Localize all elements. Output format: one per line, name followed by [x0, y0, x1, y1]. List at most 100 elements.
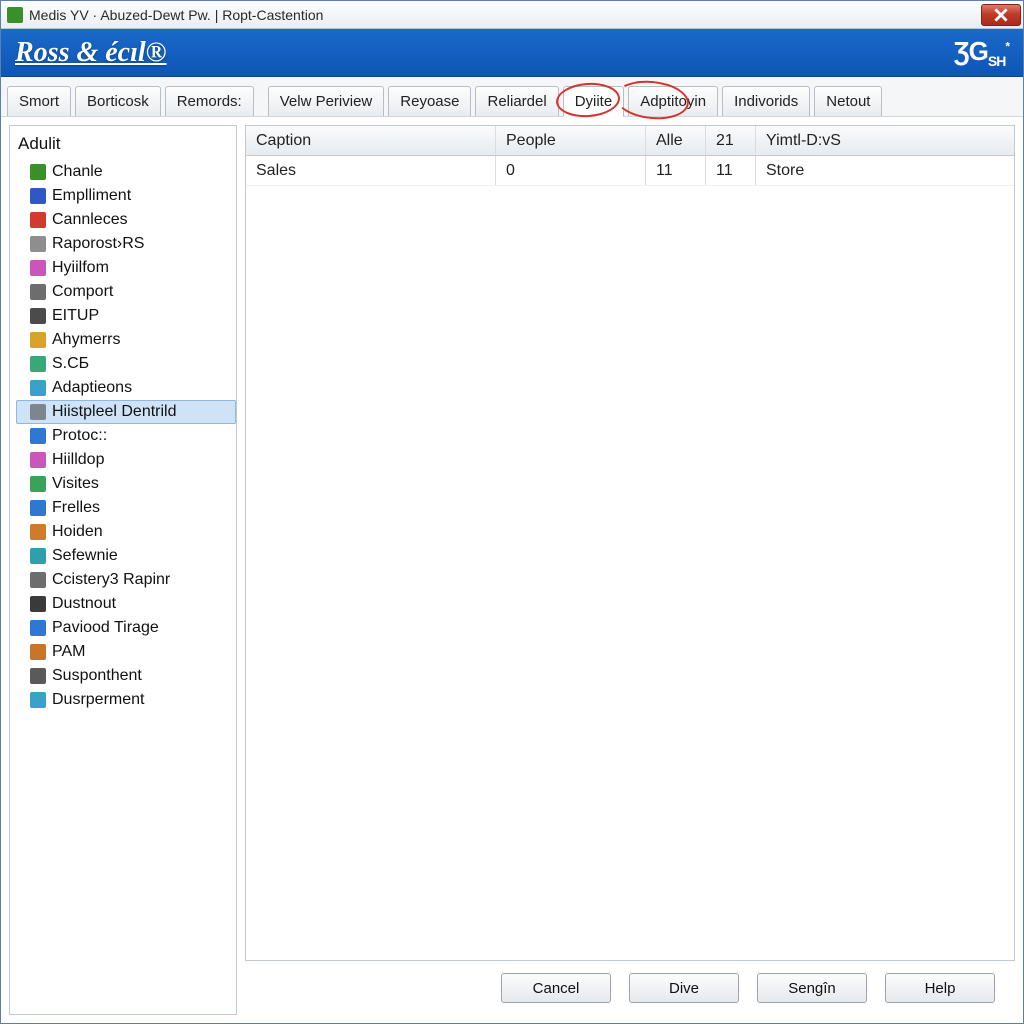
app-icon [7, 7, 23, 23]
sidebar-item[interactable]: Paviood Tirage [16, 616, 236, 640]
sidebar-item[interactable]: Emplliment [16, 184, 236, 208]
sidebar-item-icon [30, 644, 46, 660]
cell: 0 [496, 156, 646, 185]
sidebar-item-label: Ccistery3 Rapinr [52, 571, 170, 589]
cell: Sales [246, 156, 496, 185]
brand-logo-main: ƷG [954, 36, 988, 66]
sidebar-item-icon [30, 404, 46, 420]
table-row[interactable]: Sales01111Store [246, 156, 1014, 186]
sidebar-header: Adulit [16, 132, 236, 160]
sidebar-item-icon [30, 332, 46, 348]
sidebar-item[interactable]: Protoc:: [16, 424, 236, 448]
col-people[interactable]: People [496, 126, 646, 155]
sengin-button[interactable]: Sengîn [757, 973, 867, 1003]
tab-remords[interactable]: Remords: [165, 86, 254, 116]
close-button[interactable] [981, 4, 1021, 26]
tab-netout[interactable]: Netout [814, 86, 882, 116]
sidebar-item[interactable]: Frelles [16, 496, 236, 520]
sidebar-item-label: EITUP [52, 307, 99, 325]
tab-smort[interactable]: Smort [7, 86, 71, 116]
sidebar-item[interactable]: Adaptieons [16, 376, 236, 400]
tab-reyoase[interactable]: Reyoase [388, 86, 471, 116]
tab-velw-periview[interactable]: Velw Periview [268, 86, 385, 116]
cell: 11 [646, 156, 706, 185]
sidebar-item-label: Paviood Tirage [52, 619, 159, 637]
sidebar-item-label: Chanle [52, 163, 103, 181]
brand-logo: ƷGSH* [954, 36, 1009, 69]
sidebar-item-label: Dustnout [52, 595, 116, 613]
sidebar-item[interactable]: Hiistpleel Dentrild [16, 400, 236, 424]
sidebar-item-icon [30, 692, 46, 708]
sidebar-item-icon [30, 236, 46, 252]
sidebar-item[interactable]: Hyiilfom [16, 256, 236, 280]
sidebar-item-label: Sefewnie [52, 547, 118, 565]
sidebar-item-label: Frelles [52, 499, 100, 517]
tab-reliardel[interactable]: Reliardel [475, 86, 558, 116]
col-yimtl[interactable]: Yimtl-D:vS [756, 126, 1014, 155]
sidebar-item[interactable]: Dusrperment [16, 688, 236, 712]
sidebar-item-label: Ahymerrs [52, 331, 120, 349]
dive-button[interactable]: Dive [629, 973, 739, 1003]
sidebar-item-label: Protoc:: [52, 427, 107, 445]
sidebar-item-label: Cannleces [52, 211, 128, 229]
tab-dyiite[interactable]: Dyiite [563, 86, 625, 117]
help-button[interactable]: Help [885, 973, 995, 1003]
sidebar-item[interactable]: Raporost›RS [16, 232, 236, 256]
sidebar-item-label: Raporost›RS [52, 235, 144, 253]
tab-indivorids[interactable]: Indivorids [722, 86, 810, 116]
sidebar-item-icon [30, 596, 46, 612]
cancel-button[interactable]: Cancel [501, 973, 611, 1003]
sidebar-item[interactable]: Ccistery3 Rapinr [16, 568, 236, 592]
app-window: Medis YV · Abuzed-Dewt Pw. | Ropt-Casten… [0, 0, 1024, 1024]
col-caption[interactable]: Caption [246, 126, 496, 155]
data-grid: Caption People Alle 21 Yimtl-D:vS Sales0… [245, 125, 1015, 961]
main-area: Caption People Alle 21 Yimtl-D:vS Sales0… [245, 125, 1015, 1015]
sidebar-item-icon [30, 308, 46, 324]
sidebar-item-label: Hiistpleel Dentrild [52, 403, 177, 421]
grid-header: Caption People Alle 21 Yimtl-D:vS [246, 126, 1014, 156]
sidebar-item-label: Hiilldop [52, 451, 104, 469]
sidebar-item-icon [30, 500, 46, 516]
col-alle[interactable]: Alle [646, 126, 706, 155]
sidebar-item[interactable]: Susponthent [16, 664, 236, 688]
sidebar-item-icon [30, 188, 46, 204]
window-title: Medis YV · Abuzed-Dewt Pw. | Ropt-Casten… [29, 7, 981, 23]
sidebar-item-label: S.CБ [52, 355, 89, 373]
tab-borticosk[interactable]: Borticosk [75, 86, 161, 116]
grid-body: Sales01111Store [246, 156, 1014, 960]
sidebar-item-label: Susponthent [52, 667, 142, 685]
sidebar-tree: Chanle Emplliment Cannleces Raporost›RS Hyii… [16, 160, 236, 712]
titlebar: Medis YV · Abuzed-Dewt Pw. | Ropt-Casten… [1, 1, 1023, 29]
sidebar-item-icon [30, 452, 46, 468]
brand-logo-sub: SH [988, 53, 1005, 69]
cell: 11 [706, 156, 756, 185]
sidebar-item[interactable]: Dustnout [16, 592, 236, 616]
sidebar-item-icon [30, 260, 46, 276]
sidebar-item-icon [30, 476, 46, 492]
sidebar-item[interactable]: Sefewnie [16, 544, 236, 568]
sidebar-item[interactable]: Cannleces [16, 208, 236, 232]
body: Adulit Chanle Emplliment Cannleces Raporost… [1, 117, 1023, 1023]
col-21[interactable]: 21 [706, 126, 756, 155]
sidebar-item[interactable]: Chanle [16, 160, 236, 184]
sidebar-item-icon [30, 548, 46, 564]
sidebar: Adulit Chanle Emplliment Cannleces Raporost… [9, 125, 237, 1015]
close-icon [994, 8, 1008, 22]
sidebar-item[interactable]: Ahymerrs [16, 328, 236, 352]
sidebar-item[interactable]: Comport [16, 280, 236, 304]
sidebar-item-icon [30, 164, 46, 180]
brand-logo-star: * [1005, 39, 1009, 53]
sidebar-item-label: Comport [52, 283, 113, 301]
sidebar-item-label: Emplliment [52, 187, 131, 205]
footer: Cancel Dive Sengîn Help [245, 961, 1015, 1015]
sidebar-item[interactable]: PAM [16, 640, 236, 664]
sidebar-item[interactable]: S.CБ [16, 352, 236, 376]
sidebar-item[interactable]: Hoiden [16, 520, 236, 544]
sidebar-item-label: Hyiilfom [52, 259, 109, 277]
sidebar-item-label: Dusrperment [52, 691, 144, 709]
sidebar-item[interactable]: Hiilldop [16, 448, 236, 472]
tab-adptitoyin[interactable]: Adptitoyin [628, 86, 718, 116]
brand-bar: Ross & écıl® ƷGSH* [1, 29, 1023, 77]
sidebar-item[interactable]: Visites [16, 472, 236, 496]
sidebar-item[interactable]: EITUP [16, 304, 236, 328]
